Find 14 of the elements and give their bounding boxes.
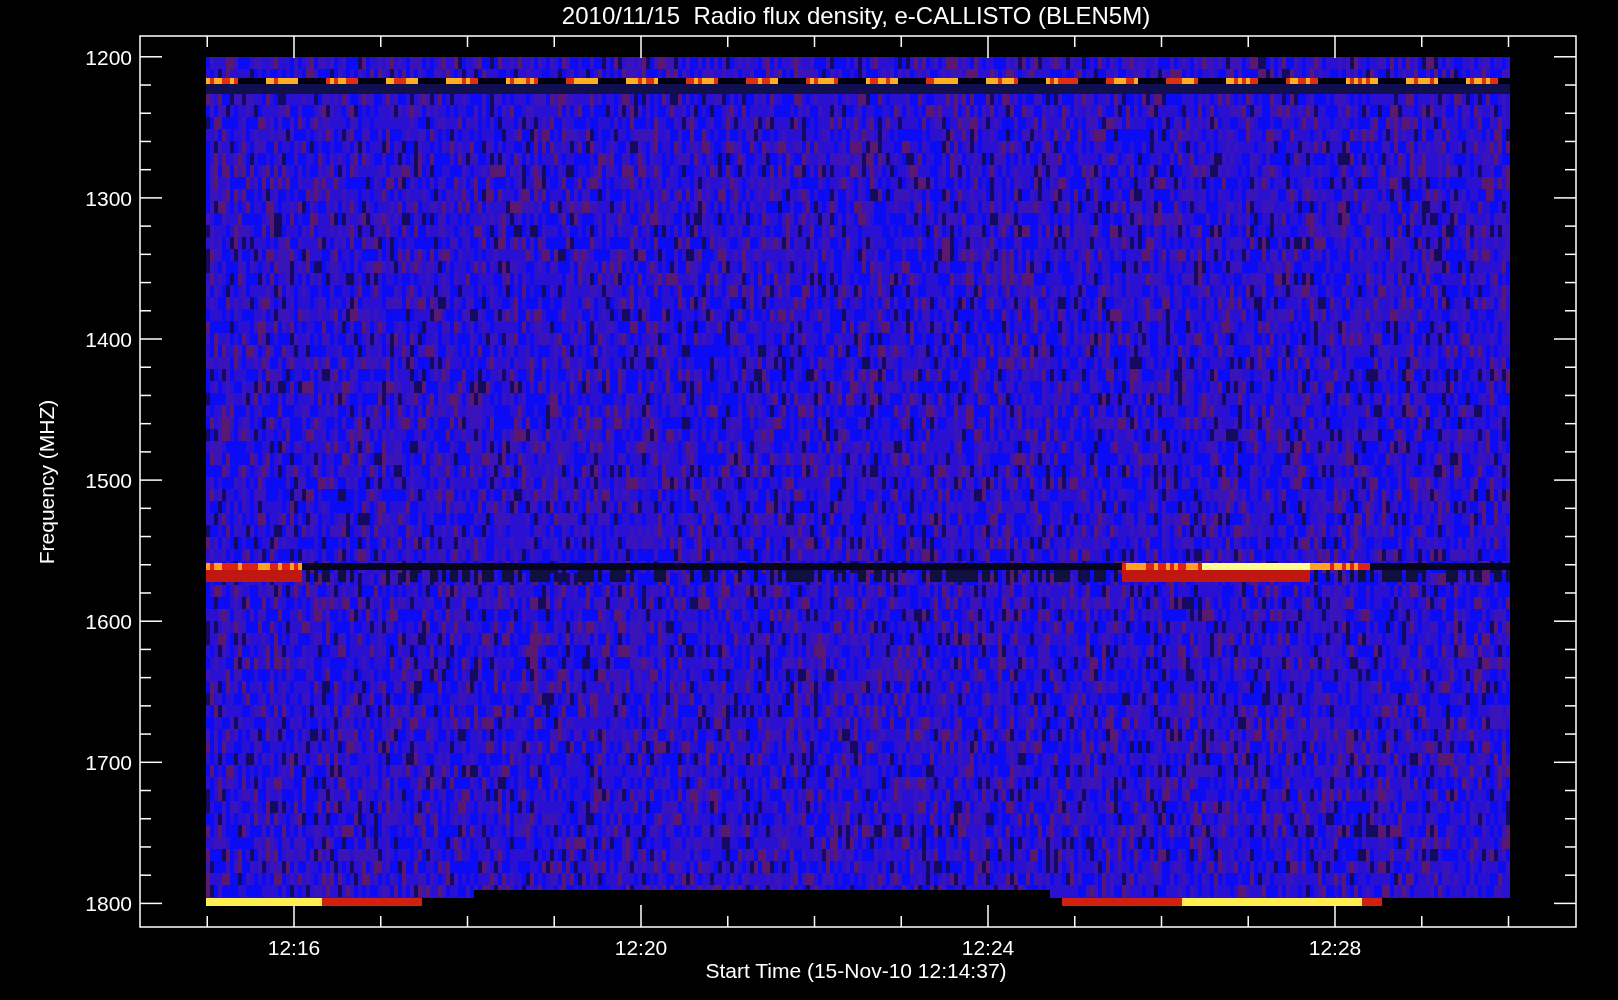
tick-label: 1500: [85, 469, 132, 493]
tick-label: 1300: [85, 186, 132, 210]
tick-label: 12:24: [961, 936, 1015, 959]
axis-title: Start Time (15-Nov-10 12:14:37): [705, 959, 1007, 982]
tick-label: 12:28: [1308, 936, 1362, 959]
tick-label: 1700: [85, 751, 132, 775]
axis-title: Frequency (MHZ): [35, 399, 58, 565]
tick-label: 1800: [85, 892, 132, 916]
tick-label: 1600: [85, 610, 132, 634]
tick-label: 12:20: [614, 936, 668, 959]
tick-label: 1200: [85, 45, 132, 69]
chart-title: 2010/11/15 Radio flux density, e-CALLISTO (BLEN5M): [561, 2, 1151, 29]
tick-label: 1400: [85, 328, 132, 351]
tick-label: 12:16: [267, 936, 321, 959]
